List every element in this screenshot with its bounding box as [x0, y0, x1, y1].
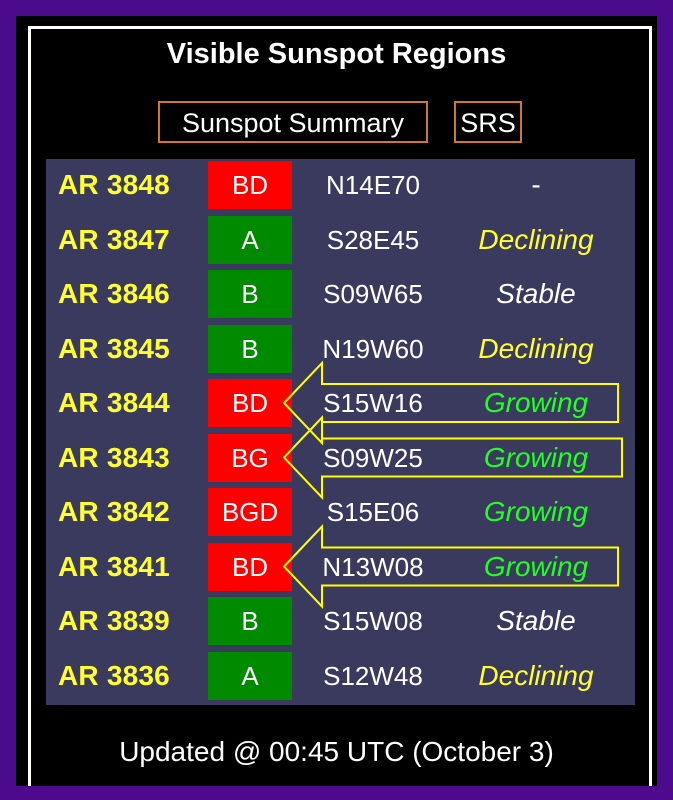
- magnetic-class-badge: B: [208, 597, 292, 645]
- region-number[interactable]: AR 3845: [58, 323, 170, 375]
- region-number[interactable]: AR 3844: [58, 377, 170, 429]
- magnetic-class-badge: BD: [208, 379, 292, 427]
- table-row: AR 3842 BGD S15E06 Growing: [46, 486, 635, 538]
- table-row: AR 3844 BD S15W16 Growing: [46, 377, 635, 429]
- region-location: N19W60: [322, 333, 424, 364]
- region-location: S09W65: [323, 279, 423, 309]
- region-trend: Stable: [496, 605, 576, 636]
- region-number[interactable]: AR 3839: [58, 595, 170, 647]
- magnetic-class-badge: A: [208, 215, 292, 264]
- magnetic-class-badge: B: [208, 324, 292, 373]
- region-location: N13W08: [322, 551, 424, 582]
- region-trend: Declining: [478, 223, 594, 255]
- table-row: AR 3846 B S09W65 Stable: [46, 268, 635, 320]
- region-trend: Declining: [478, 332, 594, 364]
- region-trend: Stable: [496, 278, 576, 309]
- region-number[interactable]: AR 3848: [58, 159, 170, 211]
- region-trend: Declining: [478, 659, 594, 691]
- region-trend: Growing: [483, 441, 589, 473]
- magnetic-class-badge: BD: [208, 161, 292, 209]
- table-row: AR 3847 A S28E45 Declining: [46, 214, 635, 266]
- table-row: AR 3843 BG S09W25 Growing: [46, 432, 635, 484]
- table-row: AR 3841 BD N13W08 Growing: [46, 541, 635, 593]
- region-number[interactable]: AR 3843: [58, 432, 170, 484]
- magnetic-class-badge: B: [208, 270, 292, 318]
- region-trend: Growing: [483, 387, 589, 418]
- widget-title: Visible Sunspot Regions: [166, 38, 507, 70]
- region-location: S12W48: [323, 660, 423, 691]
- table-row: AR 3845 B N19W60 Declining: [46, 323, 635, 375]
- region-number[interactable]: AR 3842: [58, 486, 170, 538]
- region-location: S15W08: [323, 606, 423, 636]
- sunspot-regions-table: AR 3848 BD N14E70- AR 3847 A S28E45 Declining A…: [46, 159, 635, 705]
- region-location: S09W25: [323, 442, 423, 473]
- region-number[interactable]: AR 3841: [58, 541, 170, 593]
- table-row: AR 3848 BD N14E70 -: [46, 159, 635, 211]
- region-number[interactable]: AR 3836: [58, 650, 170, 702]
- table-row: AR 3836 A S12W48 Declining: [46, 650, 635, 702]
- region-trend: Growing: [483, 550, 589, 582]
- region-number[interactable]: AR 3847: [58, 214, 170, 266]
- region-location: N14E70: [326, 170, 420, 200]
- region-trend: -: [531, 169, 541, 200]
- updated-timestamp: Updated @ 00:45 UTC (October 3): [119, 736, 554, 767]
- region-trend: Growing: [483, 496, 589, 527]
- magnetic-class-badge: BGD: [208, 488, 292, 536]
- table-row: AR 3839 B S15W08 Stable: [46, 595, 635, 647]
- region-number[interactable]: AR 3846: [58, 268, 170, 320]
- sunspot-summary-button[interactable]: Sunspot Summary: [158, 101, 428, 143]
- magnetic-class-badge: BD: [208, 542, 292, 591]
- region-location: S15E06: [326, 497, 420, 527]
- magnetic-class-badge: BG: [208, 433, 292, 482]
- magnetic-class-badge: A: [208, 651, 292, 700]
- region-location: S28E45: [326, 224, 420, 255]
- srs-button[interactable]: SRS: [454, 101, 522, 143]
- region-location: S15W16: [323, 388, 423, 418]
